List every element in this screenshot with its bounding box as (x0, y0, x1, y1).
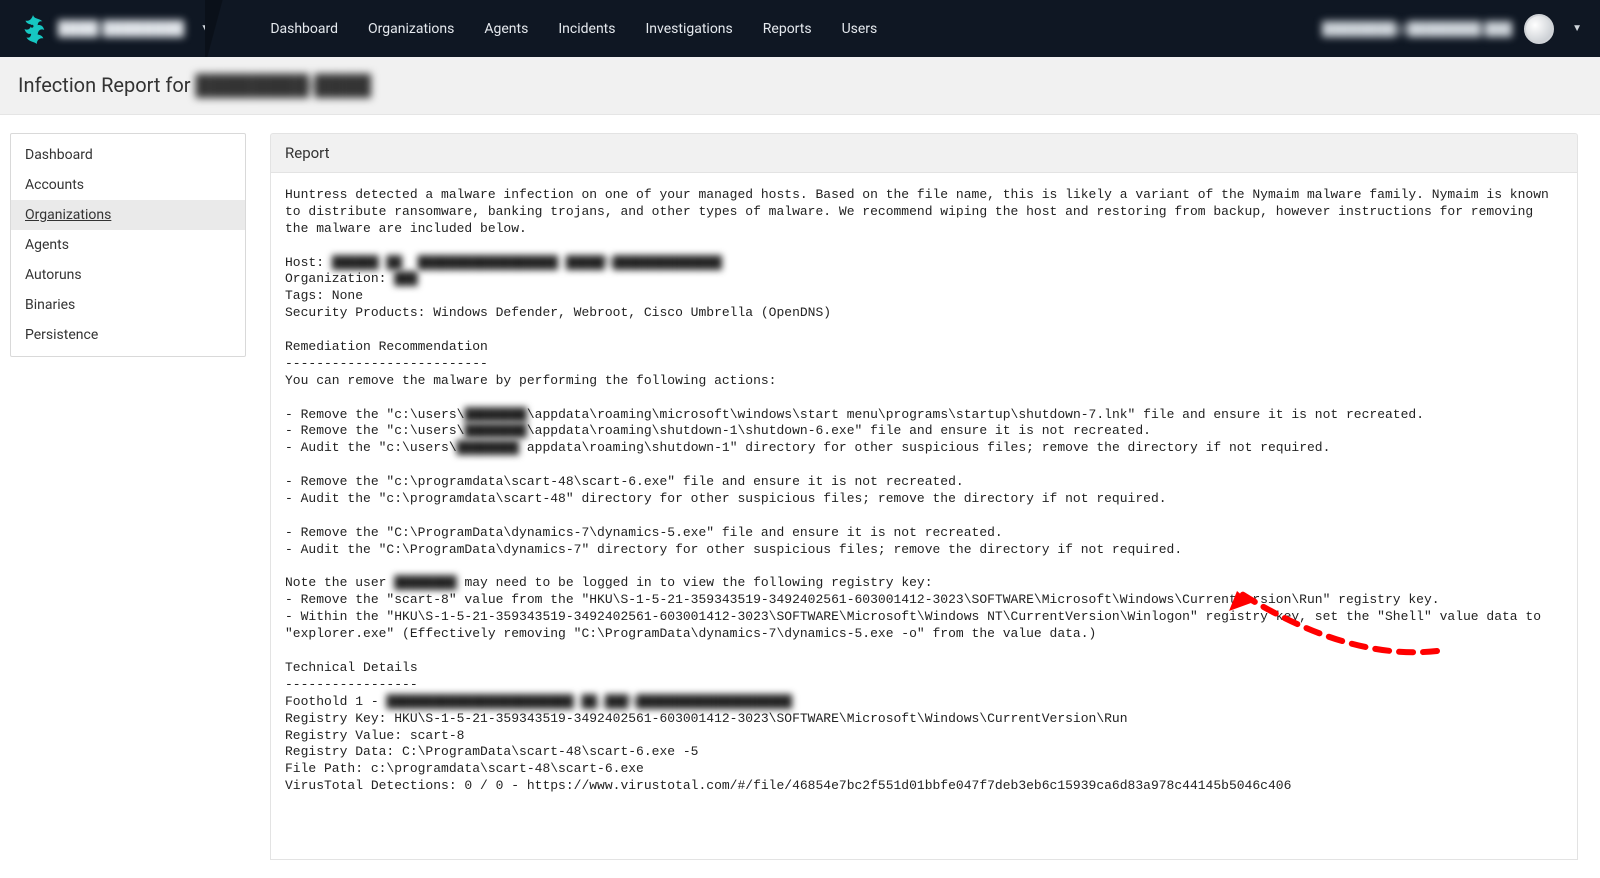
nav-incidents[interactable]: Incidents (558, 21, 615, 37)
sidebar-item-accounts[interactable]: Accounts (11, 170, 245, 200)
nav-links: Dashboard Organizations Agents Incidents… (270, 21, 877, 37)
nav-reports[interactable]: Reports (763, 21, 812, 37)
title-prefix: Infection Report for (18, 73, 196, 97)
nav-organizations[interactable]: Organizations (368, 21, 454, 37)
sidebar-item-agents[interactable]: Agents (11, 230, 245, 260)
sidebar: Dashboard Accounts Organizations Agents … (10, 133, 246, 357)
nav-dashboard[interactable]: Dashboard (270, 21, 338, 37)
top-nav: ████ ████████ ▼ Dashboard Organizations … (0, 0, 1600, 57)
nav-investigations[interactable]: Investigations (646, 21, 733, 37)
user-menu-caret-icon[interactable]: ▼ (1572, 23, 1582, 34)
avatar[interactable] (1524, 14, 1554, 44)
user-email: ████████@████████.███ (1322, 21, 1512, 37)
brand-logo-icon (18, 14, 48, 44)
org-selector-label[interactable]: ████ ████████ (58, 20, 184, 37)
sidebar-item-persistence[interactable]: Persistence (11, 320, 245, 350)
sidebar-item-binaries[interactable]: Binaries (11, 290, 245, 320)
page-title: Infection Report for ████████-████ (0, 57, 1600, 115)
report-body: Huntress detected a malware infection on… (270, 172, 1578, 860)
title-subject: ████████-████ (196, 73, 372, 97)
nav-users[interactable]: Users (842, 21, 878, 37)
sidebar-item-dashboard[interactable]: Dashboard (11, 140, 245, 170)
sidebar-item-autoruns[interactable]: Autoruns (11, 260, 245, 290)
nav-agents[interactable]: Agents (484, 21, 528, 37)
sidebar-item-organizations[interactable]: Organizations (11, 200, 245, 230)
panel-heading: Report (270, 133, 1578, 172)
